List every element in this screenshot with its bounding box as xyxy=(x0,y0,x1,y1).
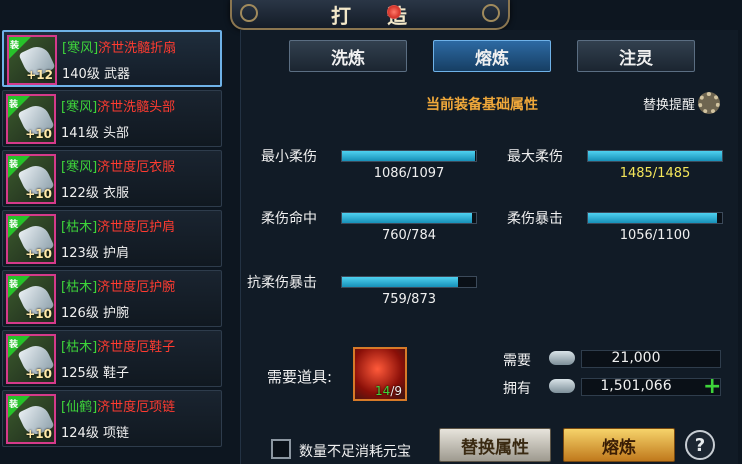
tab-refine[interactable]: 洗炼 xyxy=(289,40,407,72)
item-level-slot: 140级 武器 xyxy=(62,67,130,82)
stat-bar xyxy=(341,150,477,162)
equipment-thumbnail: 装 +10 xyxy=(6,214,56,264)
enhance-level: +10 xyxy=(25,307,52,321)
stat-label: 最大柔伤 xyxy=(507,149,563,165)
stat-bar xyxy=(587,150,723,162)
item-title: [仙鹤]济世度厄项链 xyxy=(61,400,176,415)
silver-coin-icon xyxy=(549,379,575,393)
equipment-list-item[interactable]: 装 +10 [枯木]济世度厄护腕 126级 护腕 xyxy=(2,270,222,327)
cost-own-value: 1,501,066 xyxy=(600,378,672,394)
item-level-slot: 125级 鞋子 xyxy=(61,366,129,381)
equipment-list-item[interactable]: 装 +10 [寒风]济世洗髓头部 141级 头部 xyxy=(2,90,222,147)
title-plate: 打 造 xyxy=(230,0,510,30)
stat-label: 抗柔伤暴击 xyxy=(247,275,317,291)
cost-own-label: 拥有 xyxy=(503,381,531,397)
enhance-level: +10 xyxy=(25,427,52,441)
equipment-list-item[interactable]: 装 +10 [枯木]济世度厄护肩 123级 护肩 xyxy=(2,210,222,267)
smelt-button[interactable]: 熔炼 xyxy=(563,428,675,462)
title-char-1: 打 xyxy=(331,3,353,28)
tab-smelt[interactable]: 熔炼 xyxy=(433,40,551,72)
tab-infuse[interactable]: 注灵 xyxy=(577,40,695,72)
item-title: [枯木]济世度厄护腕 xyxy=(61,280,176,295)
equipment-list-item[interactable]: 装 +10 [枯木]济世度厄鞋子 125级 鞋子 xyxy=(2,330,222,387)
help-icon[interactable]: ? xyxy=(685,430,715,460)
ornament-left-icon xyxy=(240,4,258,22)
item-level-slot: 124级 项链 xyxy=(61,426,129,441)
cost-need-value: 21,000 xyxy=(611,350,661,366)
stat-min-damage: 最小柔伤 1086/1097 xyxy=(261,146,481,196)
equipment-thumbnail: 装 +10 xyxy=(6,334,56,384)
item-title: [寒风]济世洗髓头部 xyxy=(61,100,176,115)
stat-label: 最小柔伤 xyxy=(261,149,317,165)
stat-bar xyxy=(587,212,723,224)
item-level-slot: 122级 衣服 xyxy=(61,186,129,201)
enhance-level: +10 xyxy=(25,367,52,381)
required-item-slot[interactable]: 14/9 xyxy=(353,347,407,401)
use-gold-label: 数量不足消耗元宝 xyxy=(299,444,411,460)
notification-dot-icon xyxy=(387,5,401,19)
enhance-level: +10 xyxy=(25,247,52,261)
item-title: [枯木]济世度厄鞋子 xyxy=(61,340,176,355)
item-level-slot: 123级 护肩 xyxy=(61,246,129,261)
equipment-thumbnail: 装 +10 xyxy=(6,154,56,204)
ornament-right-icon xyxy=(482,4,500,22)
swap-attributes-button[interactable]: 替换属性 xyxy=(439,428,551,462)
enhance-level: +12 xyxy=(26,68,53,82)
stat-hit: 柔伤命中 760/784 xyxy=(261,208,481,258)
equipment-thumbnail: 装 +10 xyxy=(6,94,56,144)
equipment-thumbnail: 装 +10 xyxy=(6,394,56,444)
equipment-thumbnail: 装 +10 xyxy=(6,274,56,324)
stat-bar xyxy=(341,276,477,288)
item-level-slot: 141级 头部 xyxy=(61,126,129,141)
swap-hint-button[interactable]: 替换提醒 xyxy=(643,92,721,114)
cost-own-row: 拥有 1,501,066 + xyxy=(503,376,723,398)
stat-bar xyxy=(341,212,477,224)
stat-label: 柔伤命中 xyxy=(261,211,317,227)
cost-need-row: 需要 21,000 xyxy=(503,350,723,369)
stat-value: 1485/1485 xyxy=(619,166,691,181)
stat-value: 1086/1097 xyxy=(373,166,445,181)
item-title: [寒风]济世度厄衣服 xyxy=(61,160,176,175)
required-item-count: 14/9 xyxy=(375,384,402,398)
use-gold-checkbox[interactable] xyxy=(271,439,291,459)
item-title: [寒风]济世洗髓折扇 xyxy=(62,41,177,56)
item-level-slot: 126级 护腕 xyxy=(61,306,129,321)
required-item-label: 需要道具: xyxy=(267,368,333,386)
stat-value: 1056/1100 xyxy=(619,228,691,243)
equipment-thumbnail: 装 +12 xyxy=(7,35,57,85)
tab-bar: 洗炼 熔炼 注灵 xyxy=(289,40,695,72)
stat-crit: 柔伤暴击 1056/1100 xyxy=(507,208,727,258)
equipment-list[interactable]: 装 +12 [寒风]济世洗髓折扇 140级 武器装 +10 [寒风]济世洗髓头部 141级 … xyxy=(2,30,222,464)
enhance-level: +10 xyxy=(25,127,52,141)
equipment-list-item[interactable]: 装 +10 [仙鹤]济世度厄项链 124级 项链 xyxy=(2,390,222,447)
stat-value: 760/784 xyxy=(381,228,436,243)
equipment-list-item[interactable]: 装 +10 [寒风]济世度厄衣服 122级 衣服 xyxy=(2,150,222,207)
stat-label: 柔伤暴击 xyxy=(507,211,563,227)
add-currency-icon[interactable]: + xyxy=(703,376,721,398)
forge-panel: 洗炼 熔炼 注灵 当前装备基础属性 替换提醒 最小柔伤 1086/1097 最大… xyxy=(240,30,738,464)
section-title: 当前装备基础属性 xyxy=(426,97,538,113)
swap-hint-label: 替换提醒 xyxy=(643,97,696,113)
item-title: [枯木]济世度厄护肩 xyxy=(61,220,176,235)
enhance-level: +10 xyxy=(25,187,52,201)
equipment-list-item[interactable]: 装 +12 [寒风]济世洗髓折扇 140级 武器 xyxy=(2,30,222,87)
stat-max-damage: 最大柔伤 1485/1485 xyxy=(507,146,727,196)
gear-icon xyxy=(698,92,721,114)
stat-anti-crit: 抗柔伤暴击 759/873 xyxy=(247,272,481,322)
silver-coin-icon xyxy=(549,351,575,365)
stat-value: 759/873 xyxy=(381,292,436,307)
cost-need-label: 需要 xyxy=(503,353,531,369)
